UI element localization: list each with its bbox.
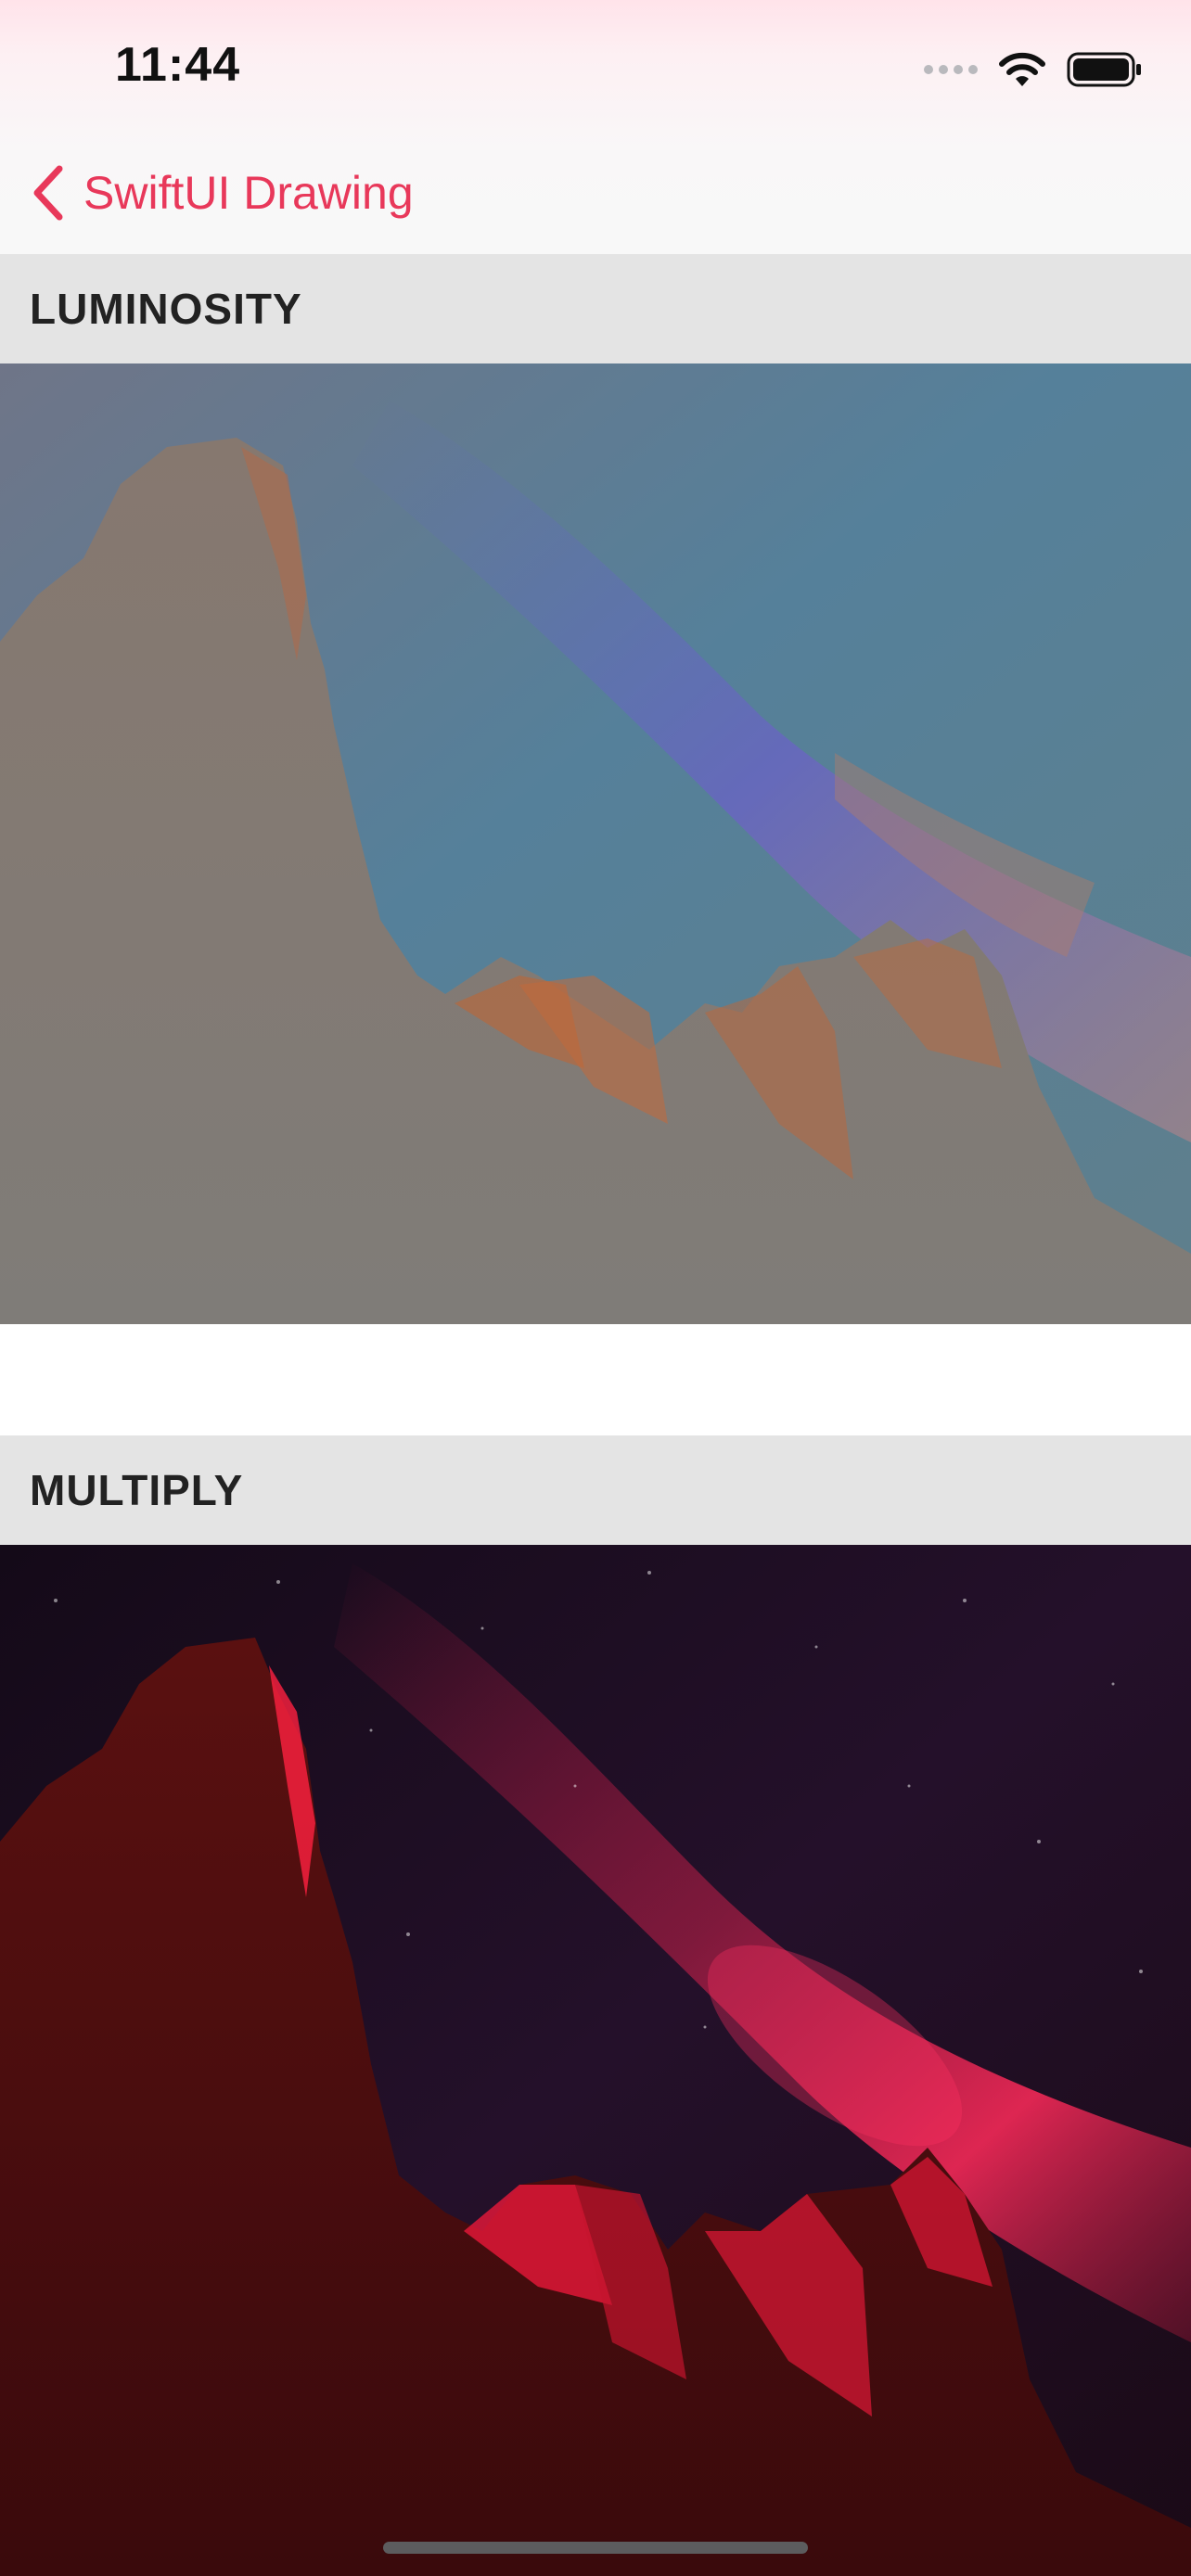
status-icons [924,46,1143,93]
luminosity-blend-image [0,363,1191,1324]
cellular-signal-icon [924,65,978,74]
multiply-blend-image [0,1545,1191,2576]
section-header-luminosity: LUMINOSITY [0,254,1191,363]
back-button-label: SwiftUI Drawing [83,167,414,219]
section-title: LUMINOSITY [30,285,302,333]
battery-icon [1067,52,1141,87]
section-title: MULTIPLY [30,1466,244,1514]
section-header-multiply: MULTIPLY [0,1435,1191,1545]
status-time: 11:44 [115,38,241,92]
back-button[interactable]: SwiftUI Drawing [32,156,414,230]
chevron-left-icon [33,165,63,221]
home-indicator[interactable] [383,2542,808,2554]
wifi-icon [999,52,1045,86]
navigation-bar: 11:44 SwiftUI Drawing [0,0,1191,256]
